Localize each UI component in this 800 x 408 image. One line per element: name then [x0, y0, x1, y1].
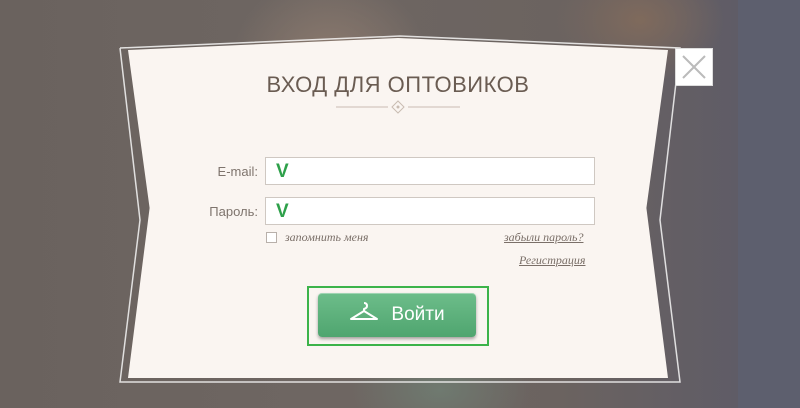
email-field[interactable]: V [265, 157, 595, 185]
remember-checkbox[interactable] [266, 232, 277, 243]
email-label: E-mail: [217, 164, 258, 179]
login-button[interactable]: Войти [318, 293, 476, 337]
backdrop-edge [738, 0, 800, 408]
password-field[interactable]: V [265, 197, 595, 225]
register-link[interactable]: Регистрация [519, 253, 585, 268]
hanger-icon [349, 301, 379, 329]
password-label: Пароль: [209, 204, 258, 219]
forgot-password-link[interactable]: забыли пароль? [504, 230, 583, 245]
remember-label[interactable]: запомнить меня [285, 230, 368, 245]
page-title: ВХОД ДЛЯ ОПТОВИКОВ [266, 72, 530, 97]
title-divider [336, 100, 460, 114]
close-button[interactable] [675, 48, 713, 86]
login-button-label: Войти [391, 304, 445, 325]
close-icon [682, 55, 706, 79]
